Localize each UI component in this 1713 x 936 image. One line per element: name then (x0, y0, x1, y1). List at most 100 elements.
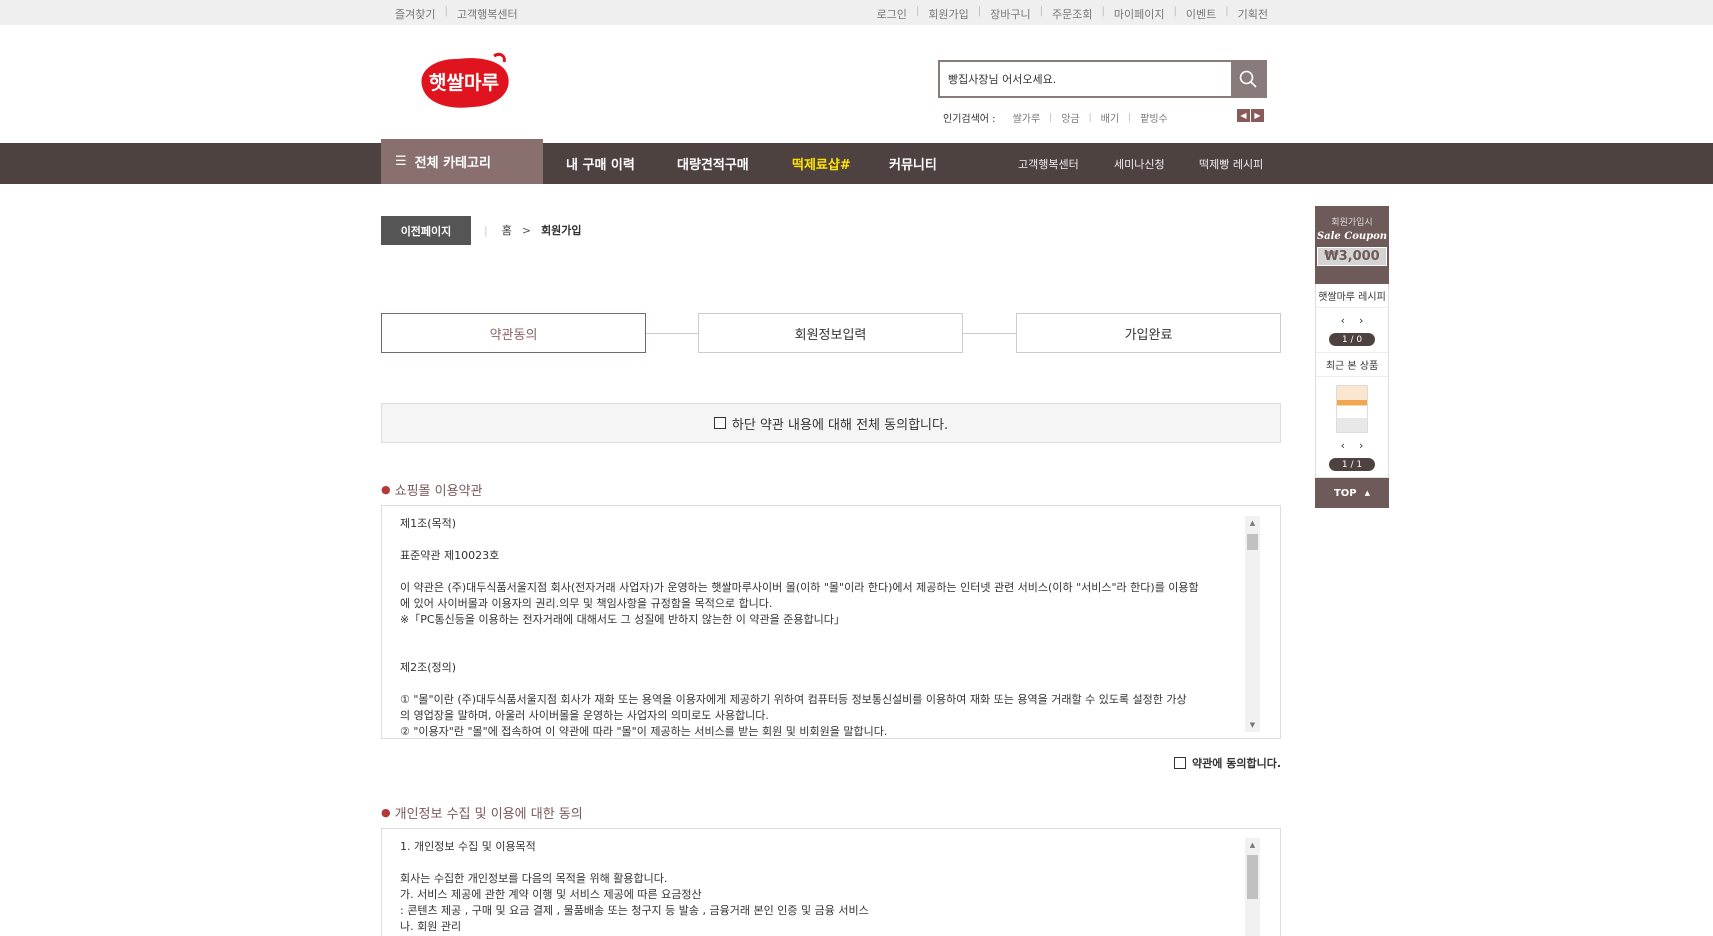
text-line: 가. 서비스 제공에 관한 계약 이행 및 서비스 제공에 따른 요금정산 (400, 888, 702, 901)
nav-bulk-quote[interactable]: 대량견적구매 (677, 143, 749, 184)
chevron-right-icon[interactable]: › (1359, 314, 1363, 327)
scroll-down-icon[interactable]: ▼ (1245, 718, 1260, 732)
breadcrumb: | 홈 > 회원가입 (484, 222, 582, 238)
scroll-thumb[interactable] (1247, 855, 1258, 899)
search-icon (1239, 70, 1257, 88)
special-link[interactable]: 기획전 (1238, 6, 1268, 22)
event-link[interactable]: 이벤트 (1186, 6, 1216, 22)
customer-center-link[interactable]: 고객행복센터 (457, 6, 518, 22)
main-nav: ☰ 전체 카테고리 내 구매 이력 대량견적구매 떡제료샵# 커뮤니티 고객행복… (0, 139, 1713, 184)
login-link[interactable]: 로그인 (877, 6, 907, 22)
text-line (400, 644, 1230, 660)
recipe-title: 햇쌀마루 레시피 (1316, 284, 1388, 308)
search-box (938, 60, 1267, 98)
text-line: 표준약관 제10023호 (400, 549, 500, 562)
terms-section-title: ● 쇼핑몰 이용약관 (381, 483, 483, 499)
breadcrumb-current: 회원가입 (541, 224, 582, 237)
text-line: 의 영업장을 말하며, 아울러 사이버몰을 운영하는 사업자의 의미로도 사용합… (400, 709, 769, 722)
agree-all-checkbox[interactable] (713, 417, 726, 429)
text-line (400, 855, 1230, 871)
popular-keywords: 인기검색어 : 쌀가루 | 앙금 | 배기 | 팥빙수 (943, 110, 1177, 126)
caret-up-icon: ▲ (1364, 489, 1371, 497)
svg-text:햇쌀마루: 햇쌀마루 (429, 72, 499, 94)
text-line: : 콘텐츠 제공 , 구매 및 요금 결제 , 물품배송 또는 청구지 등 발송… (400, 904, 869, 917)
recipe-panel: 햇쌀마루 레시피 ‹ › 1 / 0 최근 본 상품 ‹ › 1 / 1 (1315, 284, 1389, 478)
popular-keyword[interactable]: 앙금 (1061, 110, 1079, 125)
quick-menu: 회원가입시 Sale Coupon ₩3,000 햇쌀마루 레시피 ‹ › 1 … (1315, 206, 1389, 508)
step-member-info: 회원정보입력 (698, 313, 963, 353)
mypage-link[interactable]: 마이페이지 (1114, 6, 1165, 22)
agree-terms-checkbox[interactable] (1174, 757, 1187, 769)
privacy-section-title: ● 개인정보 수집 및 이용에 대한 동의 (381, 806, 583, 822)
scroll-thumb[interactable] (1247, 534, 1258, 550)
text-line (400, 676, 1230, 692)
text-line: 이 약관은 (주)대두식품서울지점 회사(전자거래 사업자)가 운영하는 햇쌀마… (400, 581, 1199, 594)
nav-ingredient-shop[interactable]: 떡제료샵# (792, 143, 851, 184)
recent-product-thumbnail[interactable] (1336, 385, 1368, 433)
nav-customer-center[interactable]: 고객행복센터 (1018, 143, 1079, 184)
popular-arrows: ◀ ▶ (1237, 109, 1264, 122)
popular-keyword[interactable]: 배기 (1101, 110, 1119, 125)
coupon-amount: ₩3,000 (1317, 247, 1387, 266)
popular-keyword[interactable]: 쌀가루 (1013, 110, 1041, 125)
nav-purchase-history[interactable]: 내 구매 이력 (566, 143, 635, 184)
agree-all-label: 하단 약관 내용에 대해 전체 동의합니다. (731, 417, 949, 433)
agree-all-row[interactable]: 하단 약관 내용에 대해 전체 동의합니다. (381, 403, 1281, 443)
text-line (400, 628, 1230, 644)
agree-terms-label: 약관에 동의합니다. (1192, 757, 1281, 770)
nav-recipe[interactable]: 떡제빵 레시피 (1199, 143, 1263, 184)
nav-seminar[interactable]: 세미나신청 (1114, 143, 1165, 184)
privacy-textbox[interactable]: 1. 개인정보 수집 및 이용목적 회사는 수집한 개인정보를 다음의 목적을 … (381, 828, 1281, 936)
top-utility-bar: 즐겨찾기 | 고객행복센터 로그인 | 회원가입 | 장바구니 | 주문조회 |… (0, 0, 1713, 25)
recent-counter: 1 / 1 (1329, 458, 1375, 471)
scroll-up-icon[interactable]: ▲ (1245, 838, 1260, 852)
scroll-up-icon[interactable]: ▲ (1245, 516, 1260, 530)
terms-text: 제1조(목적) 표준약관 제10023호 이 약관은 (주)대두식품서울지점 회… (400, 516, 1230, 738)
step-terms: 약관동의 (381, 313, 646, 353)
chevron-left-icon[interactable]: ‹ (1341, 314, 1345, 327)
privacy-text: 1. 개인정보 수집 및 이용목적 회사는 수집한 개인정보를 다음의 목적을 … (400, 839, 1230, 935)
agree-terms-row[interactable]: 약관에 동의합니다. (1174, 755, 1281, 771)
recent-title: 최근 본 상품 (1316, 352, 1388, 377)
text-line: 1. 개인정보 수집 및 이용목적 (400, 840, 536, 853)
signup-coupon-banner[interactable]: 회원가입시 Sale Coupon ₩3,000 (1315, 206, 1389, 284)
chevron-left-icon[interactable]: ‹ (1341, 439, 1345, 452)
chevron-right-icon[interactable]: ▶ (1251, 109, 1264, 122)
nav-community[interactable]: 커뮤니티 (889, 143, 937, 184)
terms-textbox[interactable]: 제1조(목적) 표준약관 제10023호 이 약관은 (주)대두식품서울지점 회… (381, 505, 1281, 739)
terms-scrollbar[interactable]: ▲ ▼ (1245, 516, 1260, 732)
text-line (400, 564, 1230, 580)
order-lookup-link[interactable]: 주문조회 (1052, 6, 1092, 22)
breadcrumb-home[interactable]: 홈 (502, 222, 512, 238)
step-complete: 가입완료 (1016, 313, 1281, 353)
top-right-links: 로그인 | 회원가입 | 장바구니 | 주문조회 | 마이페이지 | 이벤트 |… (876, 6, 1268, 22)
join-link[interactable]: 회원가입 (928, 6, 968, 22)
text-line: 나. 회원 관리 (400, 920, 462, 933)
search-button[interactable] (1231, 62, 1265, 96)
text-line: ② "이용자"란 "몰"에 접속하여 이 약관에 따라 "몰"이 제공하는 서비… (400, 725, 888, 738)
step-connector (646, 333, 698, 334)
popular-label: 인기검색어 : (943, 114, 996, 125)
chevron-left-icon[interactable]: ◀ (1237, 109, 1250, 122)
step-connector (963, 333, 1016, 334)
all-category-label: 전체 카테고리 (414, 156, 491, 171)
privacy-scrollbar[interactable]: ▲ (1245, 838, 1260, 936)
popular-keyword[interactable]: 팥빙수 (1140, 110, 1168, 125)
text-line: 제2조(정의) (400, 661, 457, 674)
site-logo[interactable]: 햇쌀마루 (414, 52, 514, 112)
menu-icon: ☰ (395, 154, 407, 169)
prev-page-button[interactable]: 이전페이지 (381, 216, 471, 245)
chevron-right-icon[interactable]: › (1359, 439, 1363, 452)
bookmark-link[interactable]: 즐겨찾기 (395, 6, 435, 22)
text-line: 에 있어 사이버몰과 이용자의 권리.의무 및 책임사항을 규정함을 목적으로 … (400, 597, 773, 610)
recipe-counter: 1 / 0 (1329, 333, 1375, 346)
cart-link[interactable]: 장바구니 (990, 6, 1030, 22)
search-input[interactable] (940, 62, 1231, 96)
scroll-top-button[interactable]: TOP ▲ (1315, 478, 1389, 508)
text-line: ① "몰"이란 (주)대두식품서울지점 회사가 재화 또는 용역을 이용자에게 … (400, 693, 1187, 706)
text-line: 회사는 수집한 개인정보를 다음의 목적을 위해 활용합니다. (400, 872, 668, 885)
text-line: 제1조(목적) (400, 517, 457, 530)
text-line: ※「PC통신등을 이용하는 전자거래에 대해서도 그 성질에 반하지 않는한 이… (400, 613, 845, 626)
top-left-links: 즐겨찾기 | 고객행복센터 (395, 6, 518, 22)
all-category-button[interactable]: ☰ 전체 카테고리 (381, 139, 543, 184)
